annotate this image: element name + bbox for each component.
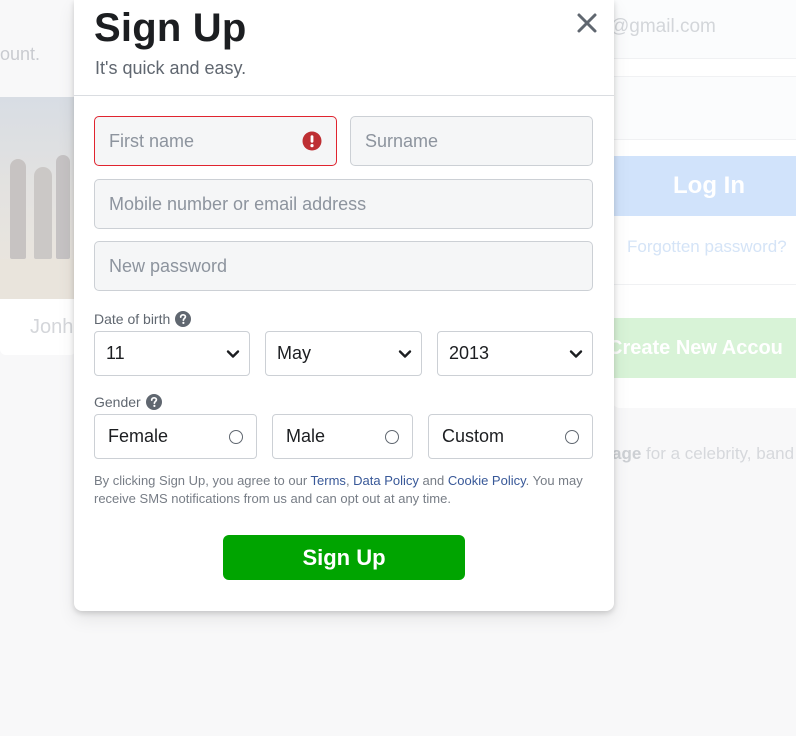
chevron-down-icon — [398, 349, 412, 358]
background-left-snippet: ount. — [0, 44, 41, 64]
gender-label: Gender — [94, 394, 141, 410]
modal-subtitle: It's quick and easy. — [95, 58, 247, 78]
mobile-or-email-input[interactable] — [95, 180, 592, 228]
dob-year-value: 2013 — [449, 343, 490, 363]
surname-input[interactable] — [351, 117, 592, 165]
background-forgot-password-link: Forgotten password? — [627, 237, 787, 256]
gender-label-row: Gender — [94, 394, 162, 410]
background-password-field — [612, 76, 796, 140]
surname-field — [350, 116, 593, 166]
terms-sep2: and — [418, 473, 448, 488]
radio-button[interactable] — [385, 429, 399, 444]
background-profile-photo — [0, 97, 76, 299]
dob-label-row: Date of birth — [94, 311, 192, 327]
dob-month-value: May — [277, 343, 312, 363]
cookie-policy-link[interactable]: Cookie Policy — [448, 473, 526, 488]
dob-month-select[interactable]: May — [265, 331, 422, 376]
password-field — [94, 241, 593, 291]
data-policy-link[interactable]: Data Policy — [353, 473, 419, 488]
gender-option-label: Custom — [442, 426, 505, 446]
dob-label: Date of birth — [94, 311, 171, 327]
terms-text-part1: By clicking Sign Up, you agree to our — [94, 473, 311, 488]
terms-link[interactable]: Terms — [311, 473, 346, 488]
background-create-account-button: Create New Accou — [612, 318, 796, 378]
gender-option-label: Male — [286, 426, 326, 446]
gender-option-male[interactable]: Male — [272, 414, 413, 459]
close-icon — [577, 13, 597, 33]
sign-up-button[interactable]: Sign Up — [223, 535, 465, 580]
gender-option-label: Female — [108, 426, 169, 446]
dob-year-select[interactable]: 2013 — [437, 331, 593, 376]
header-divider — [74, 95, 614, 96]
modal-title: Sign Up — [94, 6, 247, 50]
gender-option-custom[interactable]: Custom — [428, 414, 593, 459]
background-email-text: @gmail.com — [610, 16, 716, 37]
chevron-down-icon — [569, 349, 583, 358]
gender-option-female[interactable]: Female — [94, 414, 257, 459]
dob-day-select[interactable]: 11 — [94, 331, 250, 376]
radio-button[interactable] — [565, 429, 579, 444]
close-button[interactable] — [572, 8, 602, 38]
first-name-input[interactable] — [95, 117, 336, 165]
radio-button[interactable] — [229, 429, 243, 444]
background-page-rest: for a celebrity, band — [641, 444, 795, 463]
background-create-account-label: Create New Accou — [612, 336, 783, 359]
background-divider — [612, 284, 796, 285]
first-name-field — [94, 116, 337, 166]
chevron-down-icon — [226, 349, 240, 358]
contact-field — [94, 179, 593, 229]
help-icon[interactable] — [175, 311, 192, 327]
error-icon — [302, 131, 322, 151]
new-password-input[interactable] — [95, 242, 592, 290]
background-login-button: Log In — [612, 156, 796, 216]
background-profile-name: Jonh — [30, 316, 74, 338]
terms-text: By clicking Sign Up, you agree to our Te… — [94, 472, 594, 508]
signup-modal: Sign Up It's quick and easy. Date of bir… — [74, 0, 614, 611]
help-icon[interactable] — [145, 394, 162, 410]
background-create-page-text: age for a celebrity, band — [612, 444, 794, 464]
dob-day-value: 11 — [106, 343, 125, 363]
background-page-bold: age — [612, 444, 642, 463]
